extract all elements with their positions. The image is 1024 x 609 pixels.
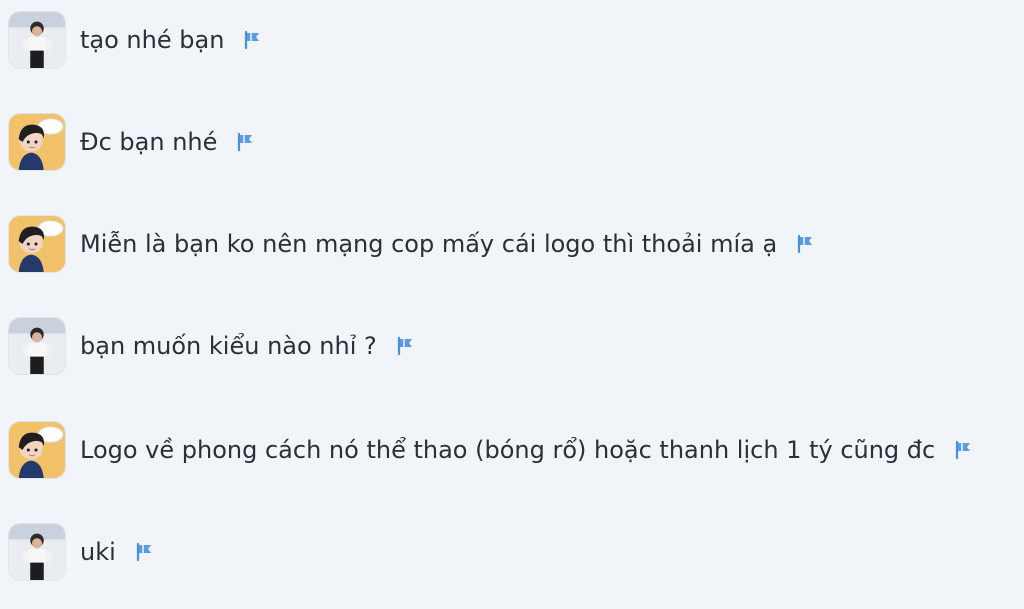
message-row: Miễn là bạn ko nên mạng cop mấy cái logo… (8, 214, 817, 274)
flag-icon[interactable] (395, 335, 417, 357)
user-avatar-photo[interactable] (8, 523, 66, 581)
message-row: bạn muốn kiểu nào nhỉ ? (8, 316, 417, 376)
message-text: tạo nhé bạn (80, 26, 225, 54)
message-text: uki (80, 538, 116, 566)
flag-icon[interactable] (242, 29, 264, 51)
flag-icon[interactable] (795, 233, 817, 255)
flag-icon[interactable] (235, 131, 257, 153)
chat-message-list: tạo nhé bạn Đc bạn nhé Miễn là bạn ko nê… (0, 0, 1024, 609)
user-avatar-photo[interactable] (8, 11, 66, 69)
message-row: Đc bạn nhé (8, 112, 257, 172)
flag-icon[interactable] (134, 541, 156, 563)
message-text: bạn muốn kiểu nào nhỉ ? (80, 332, 377, 360)
message-text: Logo về phong cách nó thể thao (bóng rổ)… (80, 436, 936, 464)
message-text: Miễn là bạn ko nên mạng cop mấy cái logo… (80, 230, 778, 258)
message-text: Đc bạn nhé (80, 128, 218, 156)
cartoon-avatar[interactable] (8, 113, 66, 171)
message-row: tạo nhé bạn (8, 10, 264, 70)
user-avatar-photo[interactable] (8, 317, 66, 375)
message-row: uki (8, 522, 156, 582)
cartoon-avatar[interactable] (8, 421, 66, 479)
flag-icon[interactable] (953, 439, 975, 461)
message-row: Logo về phong cách nó thể thao (bóng rổ)… (8, 420, 975, 480)
cartoon-avatar[interactable] (8, 215, 66, 273)
